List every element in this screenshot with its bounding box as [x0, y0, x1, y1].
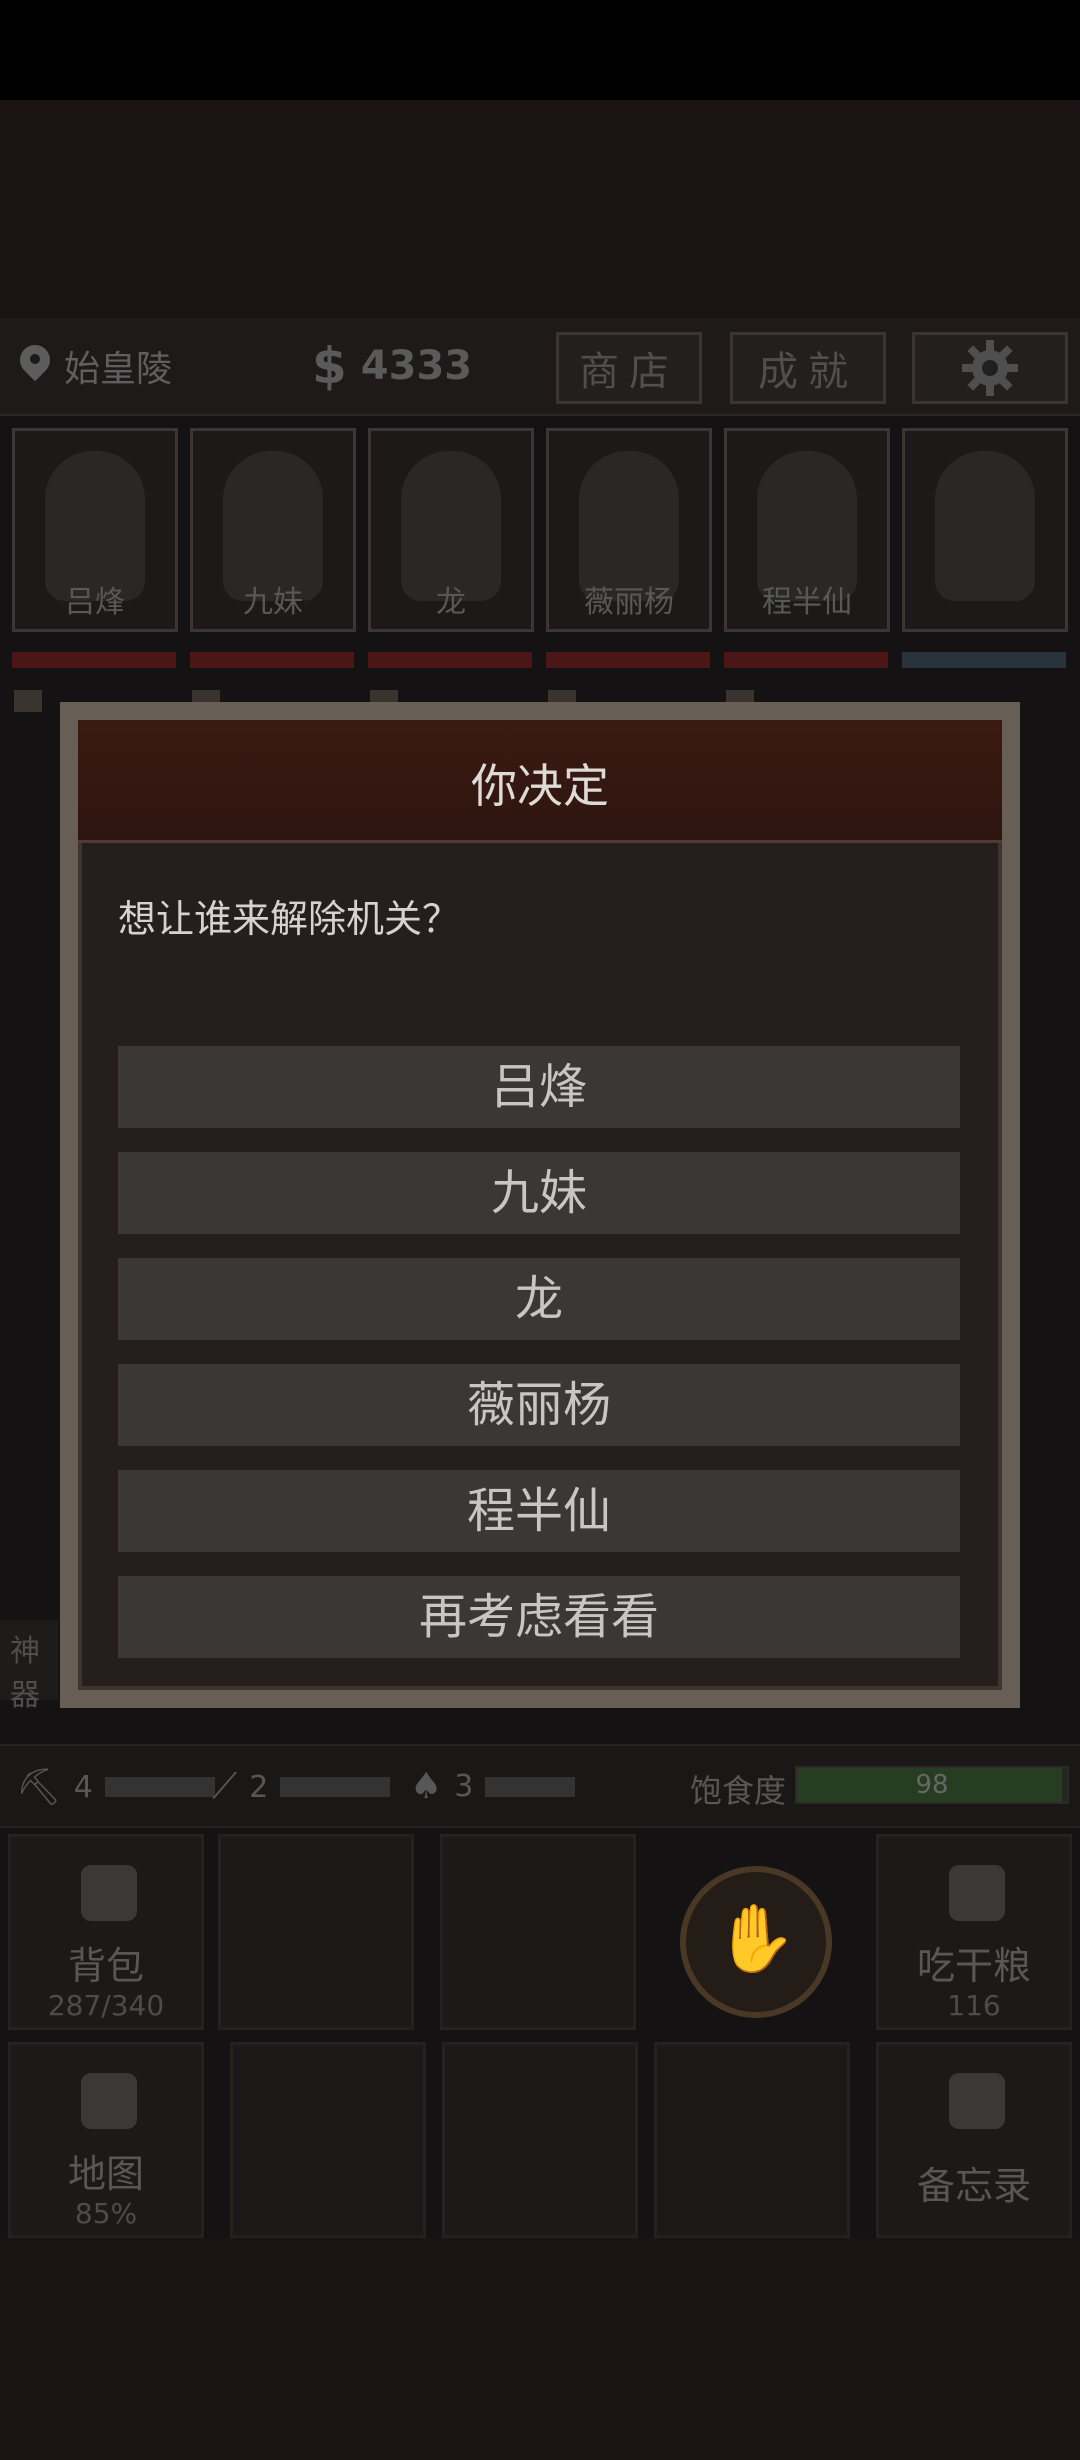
- option-button[interactable]: 薇丽杨: [118, 1364, 960, 1446]
- health-bar: [368, 652, 532, 668]
- character-card[interactable]: 九妹: [190, 428, 356, 632]
- shovel-icon: ♠: [410, 1766, 443, 1807]
- map-button[interactable]: 地图 85%: [8, 2042, 204, 2238]
- artifact-tab[interactable]: 神器: [0, 1620, 58, 1713]
- eat-ration-button[interactable]: 吃干粮 116: [876, 1834, 1072, 2030]
- character-card[interactable]: 程半仙: [724, 428, 890, 632]
- location-name: 始皇陵: [64, 349, 173, 390]
- tools-bar: ⛏ 4 ⟋ 2 ♠ 3 饱食度 98: [0, 1744, 1080, 1828]
- memo-label: 备忘录: [916, 2164, 1031, 2208]
- health-bar: [724, 652, 888, 668]
- character-name: 吕烽: [65, 585, 125, 620]
- tool-durability-bar: [485, 1776, 576, 1797]
- rope-hook-icon: ⟋: [212, 1766, 238, 1807]
- eat-ration-label: 吃干粮: [916, 1944, 1031, 1988]
- money-value: 4333: [360, 343, 473, 389]
- backpack-button[interactable]: 背包 287/340: [8, 1834, 204, 2030]
- achievements-button[interactable]: 成就: [730, 332, 886, 404]
- tool-count: 4: [73, 1769, 93, 1805]
- empty-slot: [442, 2042, 638, 2238]
- location-display: 始皇陵: [20, 336, 172, 396]
- silhouette: [935, 451, 1035, 601]
- health-bar: [190, 652, 354, 668]
- location-pin-icon: [20, 345, 50, 387]
- interact-hand-button[interactable]: ✋: [680, 1866, 832, 2018]
- health-bar: [12, 652, 176, 668]
- dialog-header: 你决定: [78, 720, 1002, 843]
- map-label: 地图: [67, 2152, 144, 2196]
- memo-button[interactable]: 备忘录: [876, 2042, 1072, 2238]
- top-bar: 始皇陵 $ 4333 商店 成就: [0, 318, 1080, 416]
- character-name: 龙: [436, 585, 466, 620]
- tool-slot: ⟋ 2: [212, 1766, 391, 1808]
- dialog-question: 想让谁来解除机关？: [118, 897, 461, 941]
- dialog-title: 你决定: [471, 759, 609, 813]
- status-bar-area: [0, 0, 1080, 100]
- tool-durability-bar: [280, 1777, 391, 1797]
- empty-slot: [440, 1834, 636, 2030]
- hunger-label: 饱食度: [690, 1772, 787, 1810]
- empty-character-slot[interactable]: [902, 428, 1068, 632]
- money-display: $ 4333: [312, 336, 472, 396]
- settings-button[interactable]: [912, 332, 1068, 404]
- backpack-icon: [81, 1865, 137, 1921]
- pickaxe-icon: ⛏: [16, 1767, 62, 1808]
- character-card[interactable]: 薇丽杨: [546, 428, 712, 632]
- hand-icon: ✋: [714, 1900, 798, 1977]
- backpack-capacity: 287/340: [47, 1989, 165, 2022]
- option-button[interactable]: 吕烽: [118, 1046, 960, 1128]
- empty-slot: [230, 2042, 426, 2238]
- status-icon: [14, 690, 42, 712]
- tool-slot: ⛏ 4: [16, 1766, 215, 1808]
- ration-count: 116: [947, 1989, 1001, 2022]
- tool-count: 3: [454, 1769, 474, 1804]
- ration-sack-icon: [949, 1865, 1005, 1921]
- map-icon: [81, 2073, 137, 2129]
- empty-slot: [654, 2042, 850, 2238]
- character-name: 九妹: [243, 585, 303, 620]
- gear-icon: [962, 340, 1018, 396]
- health-bar: [546, 652, 710, 668]
- character-card[interactable]: 吕烽: [12, 428, 178, 632]
- character-roster: 吕烽 九妹 龙 薇丽杨 程半仙: [10, 428, 1080, 632]
- empty-slot: [218, 1834, 414, 2030]
- shop-button[interactable]: 商店: [556, 332, 702, 404]
- tool-slot: ♠ 3: [410, 1766, 576, 1807]
- health-bar: [902, 652, 1066, 668]
- hunger-value: 98: [915, 1770, 949, 1800]
- memo-book-icon: [949, 2073, 1005, 2129]
- reconsider-button[interactable]: 再考虑看看: [118, 1576, 960, 1658]
- option-button[interactable]: 龙: [118, 1258, 960, 1340]
- tool-count: 2: [249, 1769, 269, 1805]
- action-grid: 背包 287/340 吃干粮 116 地图 85% 备忘录: [0, 1834, 1080, 2238]
- hunger-bar: 98: [795, 1766, 1069, 1804]
- character-name: 程半仙: [762, 585, 852, 620]
- dollar-icon: $: [312, 337, 347, 395]
- choice-dialog: 你决定 想让谁来解除机关？ 吕烽 九妹 龙 薇丽杨 程半仙 再考虑看看: [60, 702, 1020, 1708]
- tool-durability-bar: [104, 1777, 215, 1797]
- character-card[interactable]: 龙: [368, 428, 534, 632]
- backpack-label: 背包: [67, 1944, 144, 1988]
- character-name: 薇丽杨: [584, 585, 674, 620]
- map-progress: 85%: [74, 2197, 138, 2230]
- option-button[interactable]: 程半仙: [118, 1470, 960, 1552]
- option-button[interactable]: 九妹: [118, 1152, 960, 1234]
